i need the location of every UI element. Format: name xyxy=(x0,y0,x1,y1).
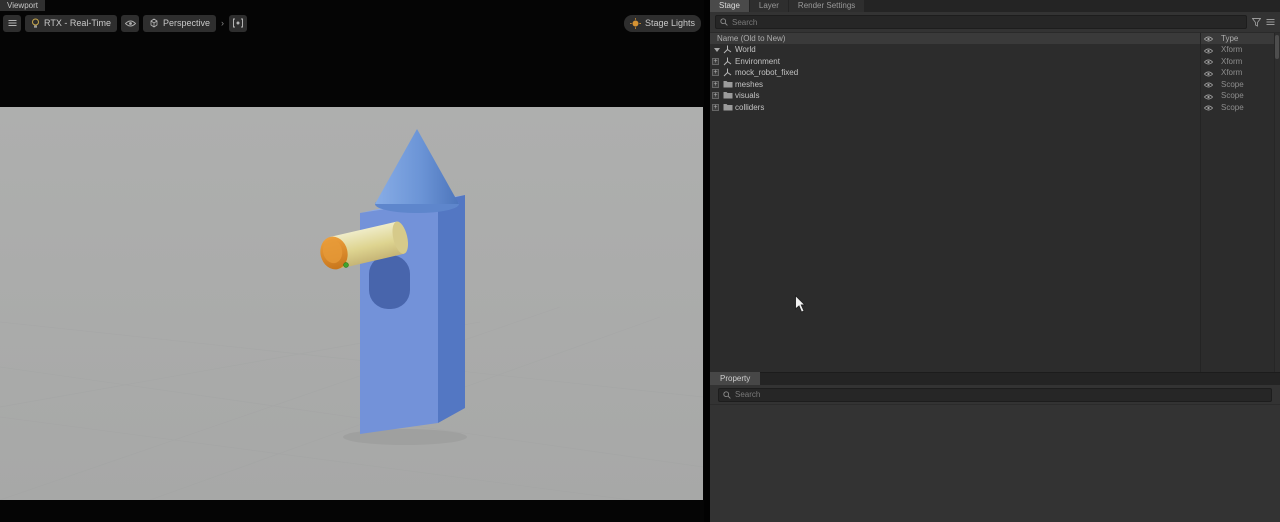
camera-dropdown[interactable]: Perspective xyxy=(143,14,217,32)
chevron-right-icon[interactable]: › xyxy=(220,18,225,28)
prim-type: Xform xyxy=(1221,56,1243,66)
renderer-label: RTX - Real-Time xyxy=(44,18,112,28)
expander-icon[interactable]: + xyxy=(712,103,719,111)
property-tabbar: Property xyxy=(710,372,1280,385)
stage-tabbar: Stage Layer Render Settings xyxy=(710,0,1280,12)
folder-icon xyxy=(723,103,733,113)
visibility-eye-icon[interactable] xyxy=(1203,58,1214,67)
tab-property[interactable]: Property xyxy=(710,372,761,385)
expander-icon[interactable]: + xyxy=(712,57,719,65)
stage-tree-header: Name (Old to New) Type xyxy=(710,33,1280,44)
prim-name: mock_robot_fixed xyxy=(735,68,799,77)
stage-search-box[interactable] xyxy=(715,15,1247,29)
tree-row[interactable]: + meshes Scope xyxy=(710,79,1280,91)
tree-row[interactable]: World Xform xyxy=(710,44,1280,56)
xform-icon xyxy=(723,57,732,68)
prim-name: Environment xyxy=(735,56,780,66)
isolate-select-button[interactable] xyxy=(229,14,248,32)
property-search-row xyxy=(710,385,1280,405)
stage-search-row xyxy=(710,12,1280,33)
tree-scrollbar[interactable] xyxy=(1274,33,1280,372)
expander-icon[interactable]: + xyxy=(712,69,719,76)
isolate-select-icon xyxy=(232,18,244,28)
camera-label: Perspective xyxy=(163,18,211,28)
panel-options-icon[interactable] xyxy=(1266,18,1275,26)
visibility-eye-icon[interactable] xyxy=(1203,81,1214,90)
stage-tree-rows: World Xform + Environment Xform + mock_r… xyxy=(710,44,1280,372)
prim-type: Scope xyxy=(1221,79,1244,89)
prim-type: Xform xyxy=(1221,45,1243,54)
column-header-visibility-eye-icon[interactable] xyxy=(1203,35,1214,44)
viewport-menu-button[interactable] xyxy=(3,14,21,32)
mock-robot-model[interactable] xyxy=(317,129,467,445)
stage-lights-button[interactable]: Stage Lights xyxy=(623,14,701,32)
visibility-eye-icon[interactable] xyxy=(1203,104,1214,113)
xform-icon xyxy=(723,68,732,79)
prim-type: Scope xyxy=(1221,91,1244,100)
tree-row[interactable]: + Environment Xform xyxy=(710,56,1280,68)
property-search-input[interactable] xyxy=(735,390,1267,399)
prim-name: visuals xyxy=(735,91,760,100)
eye-icon xyxy=(124,20,136,27)
tab-render-settings[interactable]: Render Settings xyxy=(788,0,865,12)
column-header-name[interactable]: Name (Old to New) xyxy=(717,33,785,44)
stage-panel: Stage Layer Render Settings Name (Old to… xyxy=(710,0,1280,522)
gizmo-point xyxy=(343,262,349,268)
viewport-canvas[interactable] xyxy=(0,107,703,500)
column-header-type[interactable]: Type xyxy=(1221,33,1238,44)
visibility-eye-icon[interactable] xyxy=(1203,93,1214,102)
viewport-visibility-button[interactable] xyxy=(121,14,140,32)
viewport-panel: Viewport RTX - Real-Time Perspective › S… xyxy=(0,0,704,522)
viewport-tab[interactable]: Viewport xyxy=(0,0,45,11)
viewport-toolbar: RTX - Real-Time Perspective › Stage Ligh… xyxy=(3,14,701,32)
prim-name: meshes xyxy=(735,79,764,89)
ground-grid xyxy=(0,306,703,500)
stage-lights-label: Stage Lights xyxy=(644,18,695,28)
camera-cube-icon xyxy=(149,18,159,28)
prim-type: Scope xyxy=(1221,102,1244,112)
hamburger-icon xyxy=(8,19,17,27)
tab-layer[interactable]: Layer xyxy=(749,0,788,12)
search-icon xyxy=(720,18,728,26)
mouse-cursor xyxy=(795,295,807,313)
prim-name: colliders xyxy=(735,102,765,112)
tab-stage[interactable]: Stage xyxy=(710,0,749,12)
filter-icon[interactable] xyxy=(1252,17,1261,27)
sun-icon xyxy=(630,17,641,29)
expander-icon[interactable]: + xyxy=(712,92,719,99)
prim-name: World xyxy=(735,45,756,54)
column-divider xyxy=(1200,33,1201,372)
property-body xyxy=(710,405,1280,522)
xform-icon xyxy=(723,45,732,56)
tree-row[interactable]: + visuals Scope xyxy=(710,90,1280,102)
expander-icon[interactable]: + xyxy=(712,80,719,88)
tree-scrollbar-thumb[interactable] xyxy=(1275,35,1279,59)
tree-row[interactable]: + colliders Scope xyxy=(710,102,1280,114)
expander-icon[interactable] xyxy=(714,48,720,52)
visibility-eye-icon[interactable] xyxy=(1203,47,1214,56)
prim-type: Xform xyxy=(1221,68,1243,77)
stage-search-input[interactable] xyxy=(732,17,1242,27)
folder-icon xyxy=(723,91,733,101)
property-search-box[interactable] xyxy=(718,387,1272,402)
renderer-dropdown[interactable]: RTX - Real-Time xyxy=(25,14,118,32)
tree-row[interactable]: + mock_robot_fixed Xform xyxy=(710,67,1280,79)
lightbulb-icon xyxy=(31,18,40,29)
folder-icon xyxy=(723,80,733,90)
visibility-eye-icon[interactable] xyxy=(1203,70,1214,79)
search-icon xyxy=(723,390,731,399)
